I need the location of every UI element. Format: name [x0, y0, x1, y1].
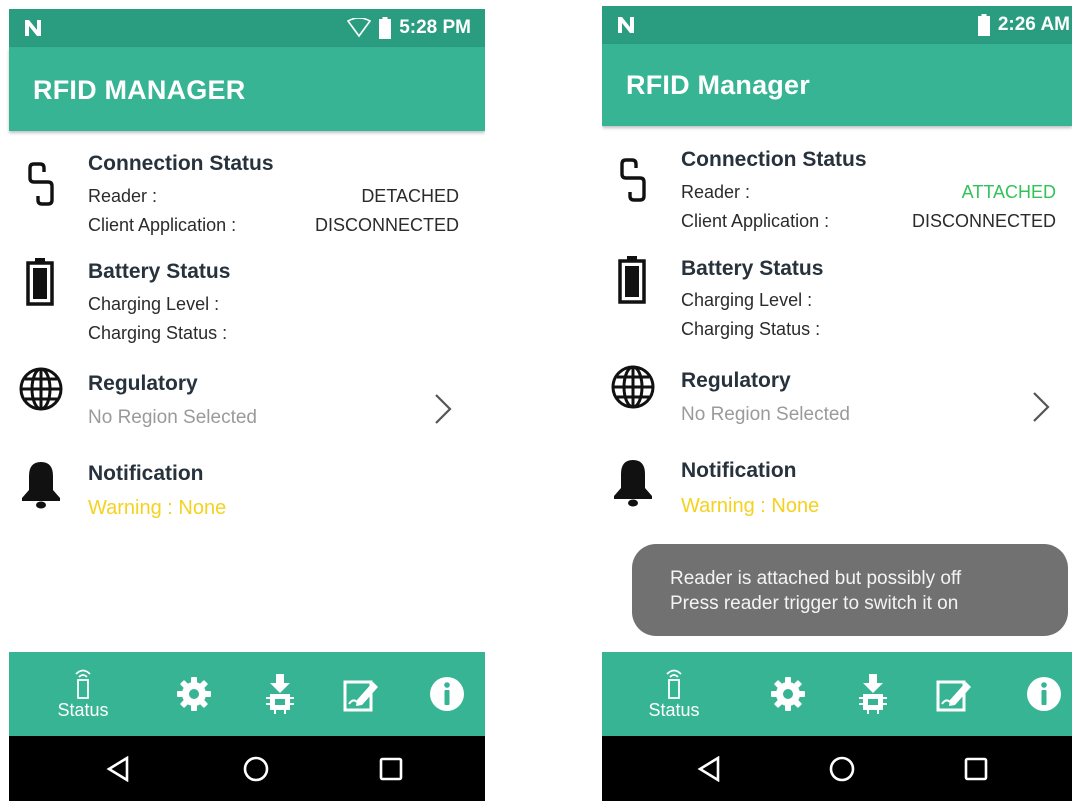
back-icon[interactable]: [697, 756, 721, 782]
link-icon: [28, 162, 54, 206]
recents-icon[interactable]: [379, 757, 403, 781]
firmware-download-icon[interactable]: [264, 674, 296, 714]
system-nav-bar: [602, 736, 1072, 801]
regulatory-heading: Regulatory: [88, 372, 198, 395]
app-bar: RFID MANAGER: [9, 47, 485, 131]
battery-status-heading: Battery Status: [681, 257, 824, 280]
client-application-value: DISCONNECTED: [911, 211, 1056, 231]
globe-icon: [19, 367, 63, 411]
status-time: 2:26 AM: [997, 14, 1070, 35]
back-icon[interactable]: [106, 756, 130, 782]
tab-status-label: Status: [57, 700, 109, 720]
battery-icon: [26, 258, 54, 306]
firmware-download-icon[interactable]: [857, 674, 889, 714]
battery-icon: [618, 256, 646, 304]
globe-icon: [611, 365, 655, 409]
edit-icon[interactable]: [936, 676, 974, 712]
tab-status[interactable]: Status: [47, 652, 119, 736]
app-title: RFID MANAGER: [33, 75, 246, 105]
gear-icon[interactable]: [176, 676, 212, 712]
charging-status-label: Charging Status :: [681, 319, 821, 339]
status-time: 5:28 PM: [399, 17, 471, 38]
phone-screen-left: 5:28 PM RFID MANAGER Connection Status R…: [0, 0, 485, 801]
status-bar: 2:26 AM: [602, 6, 1072, 44]
toast-line-1: Reader is attached but possibly off: [670, 568, 962, 589]
battery-status-heading: Battery Status: [88, 260, 231, 283]
rfid-reader-icon: [666, 669, 682, 699]
regulatory-heading: Regulatory: [681, 369, 791, 392]
charging-level-label: Charging Level :: [88, 294, 220, 314]
home-icon[interactable]: [243, 756, 269, 782]
app-title: RFID Manager: [626, 70, 810, 100]
chevron-right-icon: [435, 394, 452, 424]
gear-icon[interactable]: [770, 676, 806, 712]
client-application-label: Client Application :: [88, 215, 237, 235]
bell-icon: [614, 460, 652, 507]
connection-status-heading: Connection Status: [681, 148, 867, 171]
wifi-icon: [347, 18, 372, 38]
recents-icon[interactable]: [964, 757, 988, 781]
reader-label: Reader :: [681, 182, 751, 202]
region-value: No Region Selected: [681, 404, 850, 425]
battery-status-icon: [977, 14, 990, 36]
info-icon[interactable]: [429, 676, 465, 712]
bottom-toolbar: Status: [9, 652, 485, 736]
reader-label: Reader :: [88, 186, 158, 206]
phone-screen-right: 2:26 AM RFID Manager Connection Status R…: [602, 0, 1072, 801]
client-application-value: DISCONNECTED: [314, 215, 459, 235]
notification-heading: Notification: [681, 459, 797, 482]
toast-message: Reader is attached but possibly off Pres…: [632, 544, 1068, 636]
bottom-toolbar: Status: [602, 652, 1072, 736]
warning-value: Warning : None: [681, 495, 820, 517]
connection-status-heading: Connection Status: [88, 152, 274, 175]
reader-value: ATTACHED: [961, 182, 1056, 202]
client-application-label: Client Application :: [681, 211, 830, 231]
home-icon[interactable]: [829, 756, 855, 782]
status-bar: 5:28 PM: [9, 9, 485, 47]
warning-value: Warning : None: [88, 497, 227, 519]
battery-status-icon: [379, 17, 392, 39]
charging-level-label: Charging Level :: [681, 290, 813, 310]
info-icon[interactable]: [1026, 676, 1062, 712]
chevron-right-icon: [1033, 392, 1050, 422]
tab-status-label: Status: [648, 700, 700, 720]
region-value: No Region Selected: [88, 407, 257, 428]
toast-line-2: Press reader trigger to switch it on: [670, 593, 959, 614]
link-icon: [620, 158, 646, 202]
n-logo-icon: [25, 20, 41, 36]
charging-status-label: Charging Status :: [88, 323, 228, 343]
n-logo-icon: [618, 17, 634, 33]
edit-icon[interactable]: [343, 676, 381, 712]
notification-heading: Notification: [88, 462, 204, 485]
app-bar: RFID Manager: [602, 44, 1072, 126]
reader-value: DETACHED: [361, 186, 459, 206]
bell-icon: [22, 462, 60, 509]
tab-status[interactable]: Status: [638, 652, 710, 736]
rfid-reader-icon: [75, 669, 91, 699]
system-nav-bar: [9, 736, 485, 801]
